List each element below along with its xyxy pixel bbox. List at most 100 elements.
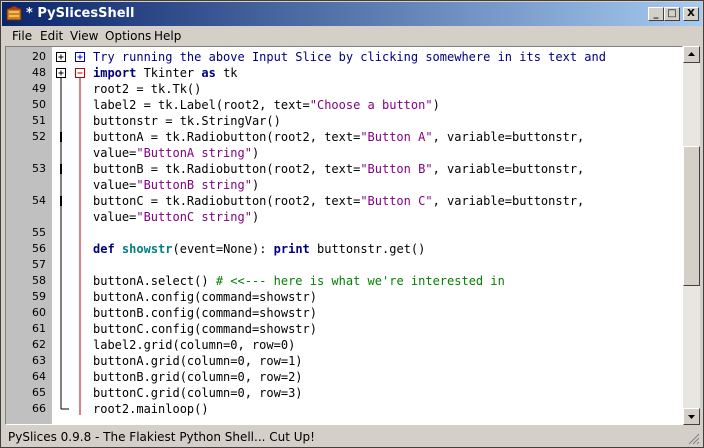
code-line[interactable]: 55 xyxy=(6,225,682,241)
code-token: "Button A" xyxy=(360,130,433,144)
scroll-down-button[interactable] xyxy=(683,408,700,425)
code-line[interactable]: 58 buttonA.select() # <<--- here is what … xyxy=(6,273,682,289)
code-editor[interactable]: 20 Try running the above Input Slice by c… xyxy=(5,46,683,425)
code-token: , variable=buttonstr, xyxy=(432,162,585,176)
code-text: buttonC.config(command=showstr) xyxy=(93,321,317,337)
status-text: PySlices 0.9.8 - The Flakiest Python She… xyxy=(8,430,315,444)
menu-file[interactable]: File xyxy=(12,29,32,43)
code-token: buttonB = tk.Radiobutton(root2, text= xyxy=(93,162,361,176)
code-line[interactable]: value="ButtonB string") xyxy=(6,177,682,193)
code-token: buttonA.select() xyxy=(93,274,216,288)
code-text: buttonC = tk.Radiobutton(root2, text="Bu… xyxy=(93,193,584,209)
arrow-up-icon xyxy=(688,52,695,56)
line-number: 50 xyxy=(32,98,46,111)
code-line[interactable]: 59 buttonA.config(command=showstr) xyxy=(6,289,682,305)
line-number: 48 xyxy=(32,66,46,79)
menu-edit[interactable]: Edit xyxy=(40,29,63,43)
code-line[interactable]: 66 root2.mainloop() xyxy=(6,401,682,417)
code-line[interactable]: value="ButtonC string") xyxy=(6,209,682,225)
line-number: 59 xyxy=(32,290,46,303)
code-token: buttonA = tk.Radiobutton(root2, text= xyxy=(93,130,361,144)
code-token: ) xyxy=(251,210,260,224)
code-token: , variable=buttonstr, xyxy=(432,130,585,144)
code-line[interactable]: 52 buttonA = tk.Radiobutton(root2, text="… xyxy=(6,129,682,145)
scroll-up-button[interactable] xyxy=(683,46,700,63)
code-text: root2.mainloop() xyxy=(93,401,209,417)
line-number: 65 xyxy=(32,386,46,399)
code-line[interactable]: 57 xyxy=(6,257,682,273)
code-token: print xyxy=(273,242,310,256)
code-token: buttonC.config(command=showstr) xyxy=(93,322,317,336)
menu-bar: File Edit View Options Help xyxy=(2,27,702,45)
code-text: Try running the above Input Slice by cli… xyxy=(93,49,606,65)
title-bar[interactable]: * PySlicesShell _ □ X xyxy=(2,2,702,26)
line-number: 20 xyxy=(32,50,46,63)
code-text: buttonA.config(command=showstr) xyxy=(93,289,317,305)
code-token: value= xyxy=(93,146,137,160)
code-text: buttonA.grid(column=0, row=1) xyxy=(93,353,303,369)
code-token: # <<--- here is what we're interested in xyxy=(215,274,505,288)
resize-grip-icon[interactable] xyxy=(688,433,700,445)
code-line[interactable]: 63 buttonA.grid(column=0, row=1) xyxy=(6,353,682,369)
line-number: 62 xyxy=(32,338,46,351)
code-token: tk xyxy=(215,66,238,80)
menu-help[interactable]: Help xyxy=(154,29,181,43)
line-number: 64 xyxy=(32,370,46,383)
menu-view[interactable]: View xyxy=(70,29,98,43)
code-token: showstr xyxy=(121,242,173,256)
code-token: buttonC.grid(column=0, row=3) xyxy=(93,386,303,400)
code-line[interactable]: 20 Try running the above Input Slice by c… xyxy=(6,49,682,65)
code-token: ) xyxy=(251,178,260,192)
code-token: def xyxy=(93,242,115,256)
code-line[interactable]: 54 buttonC = tk.Radiobutton(root2, text="… xyxy=(6,193,682,209)
code-token: ) xyxy=(251,146,260,160)
line-number: 55 xyxy=(32,226,46,239)
code-token: "ButtonB string" xyxy=(136,178,252,192)
code-token: buttonB.config(command=showstr) xyxy=(93,306,317,320)
code-token: ) xyxy=(432,98,440,112)
minimize-button[interactable]: _ xyxy=(648,7,664,21)
code-token: "ButtonC string" xyxy=(136,210,252,224)
code-text: buttonA = tk.Radiobutton(root2, text="Bu… xyxy=(93,129,584,145)
code-line[interactable]: 49 root2 = tk.Tk() xyxy=(6,81,682,97)
code-token: "ButtonA string" xyxy=(136,146,252,160)
code-token: buttonC = tk.Radiobutton(root2, text= xyxy=(93,194,361,208)
line-number: 53 xyxy=(32,162,46,175)
code-line[interactable]: 64 buttonB.grid(column=0, row=2) xyxy=(6,369,682,385)
code-line[interactable]: 53 buttonB = tk.Radiobutton(root2, text="… xyxy=(6,161,682,177)
code-line[interactable]: value="ButtonA string") xyxy=(6,145,682,161)
code-line[interactable]: 51 buttonstr = tk.StringVar() xyxy=(6,113,682,129)
code-text: value="ButtonB string") xyxy=(93,177,259,193)
code-line[interactable]: 62 label2.grid(column=0, row=0) xyxy=(6,337,682,353)
line-number: 52 xyxy=(32,130,46,143)
code-token: root2 = tk.Tk() xyxy=(93,82,202,96)
line-number: 61 xyxy=(32,322,46,335)
code-text: value="ButtonC string") xyxy=(93,209,259,225)
code-line[interactable]: 48 import Tkinter as tk xyxy=(6,65,682,81)
code-token: value= xyxy=(93,178,137,192)
code-token: label2 = tk.Label(root2, text= xyxy=(93,98,310,112)
menu-options[interactable]: Options xyxy=(105,29,151,43)
code-line[interactable]: 56 def showstr(event=None): print buttons… xyxy=(6,241,682,257)
code-text: buttonA.select() # <<--- here is what we… xyxy=(93,273,505,289)
line-number: 58 xyxy=(32,274,46,287)
code-token: value= xyxy=(93,210,137,224)
code-text: label2.grid(column=0, row=0) xyxy=(93,337,295,353)
code-token: import xyxy=(93,66,137,80)
code-line[interactable]: 50 label2 = tk.Label(root2, text="Choose … xyxy=(6,97,682,113)
arrow-down-icon xyxy=(688,415,695,419)
code-token: Try running the above Input Slice by cli… xyxy=(93,50,606,64)
vertical-scrollbar[interactable] xyxy=(683,46,700,425)
line-number: 57 xyxy=(32,258,46,271)
code-token: buttonstr = tk.StringVar() xyxy=(93,114,281,128)
maximize-button[interactable]: □ xyxy=(664,7,680,21)
close-button[interactable]: X xyxy=(683,7,699,21)
code-line[interactable]: 60 buttonB.config(command=showstr) xyxy=(6,305,682,321)
code-line[interactable]: 61 buttonC.config(command=showstr) xyxy=(6,321,682,337)
code-token: (event=None): xyxy=(172,242,274,256)
code-text: buttonB.grid(column=0, row=2) xyxy=(93,369,303,385)
scroll-thumb[interactable] xyxy=(683,146,700,286)
line-number: 51 xyxy=(32,114,46,127)
code-token: "Button B" xyxy=(360,162,433,176)
code-line[interactable]: 65 buttonC.grid(column=0, row=3) xyxy=(6,385,682,401)
